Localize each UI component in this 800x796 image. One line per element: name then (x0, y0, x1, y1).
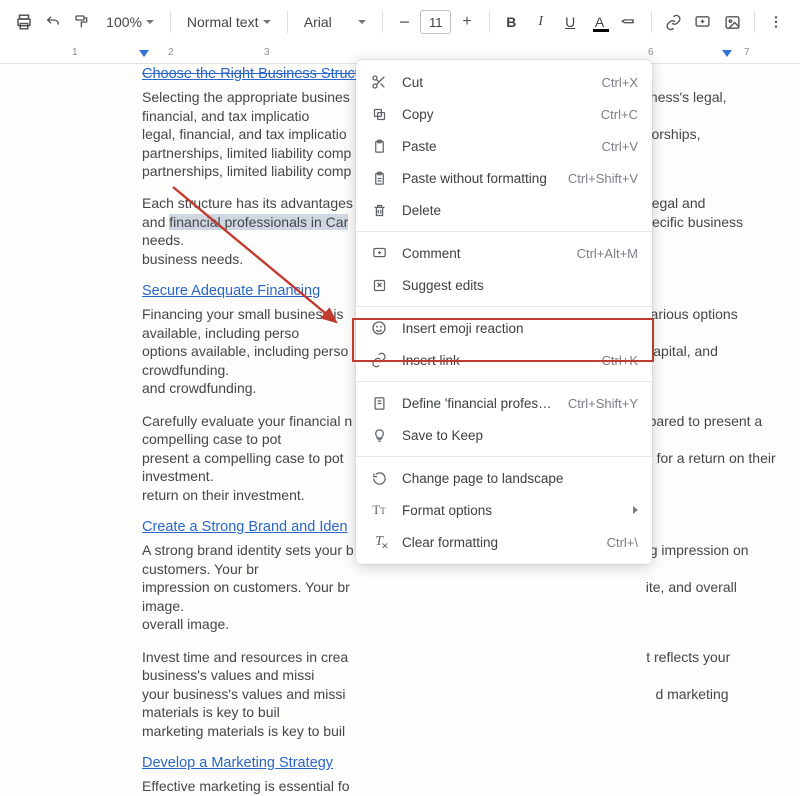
ctx-clear-formatting[interactable]: T✕ Clear formatting Ctrl+\ (356, 526, 652, 558)
chevron-down-icon (263, 20, 271, 24)
increase-font-size-button[interactable]: + (453, 7, 480, 37)
indent-right-marker[interactable] (722, 50, 732, 57)
separator (489, 11, 490, 33)
more-vertical-icon (768, 14, 784, 30)
trash-icon (370, 201, 388, 219)
plus-icon: + (462, 13, 471, 31)
decrease-font-size-button[interactable]: − (391, 7, 418, 37)
rotate-icon (370, 469, 388, 487)
body-paragraph: Invest time and resources in creat refle… (142, 648, 782, 740)
insert-link-toolbar-button[interactable] (660, 7, 687, 37)
italic-icon: I (538, 14, 543, 30)
undo-icon (45, 14, 61, 30)
highlighter-icon (618, 10, 641, 33)
ctx-paste-no-format[interactable]: Paste without formatting Ctrl+Shift+V (356, 162, 652, 194)
italic-button[interactable]: I (527, 7, 554, 37)
ruler-tick: 2 (168, 47, 174, 58)
clear-format-icon: T✕ (370, 533, 388, 551)
lightbulb-icon (370, 426, 388, 444)
more-toolbar-button[interactable] (763, 7, 790, 37)
indent-left-marker[interactable] (139, 50, 149, 57)
image-icon (724, 14, 741, 31)
zoom-combo[interactable]: 100% (98, 7, 162, 37)
menu-separator (356, 456, 652, 457)
suggest-edits-icon (370, 276, 388, 294)
separator (287, 11, 288, 33)
print-button[interactable] (10, 7, 37, 37)
dictionary-icon (370, 394, 388, 412)
emoji-icon (370, 319, 388, 337)
paragraph-style-combo[interactable]: Normal text (179, 7, 279, 37)
bold-icon: B (506, 14, 516, 30)
highlight-color-button[interactable] (615, 7, 642, 37)
chevron-right-icon (633, 506, 638, 514)
undo-button[interactable] (39, 7, 66, 37)
chevron-down-icon (146, 20, 154, 24)
body-paragraph: Effective marketing is essential fo (142, 777, 782, 795)
ctx-copy[interactable]: Copy Ctrl+C (356, 98, 652, 130)
ctx-comment[interactable]: Comment Ctrl+Alt+M (356, 237, 652, 269)
copy-icon (370, 105, 388, 123)
text-color-button[interactable]: A (586, 7, 613, 37)
insert-image-toolbar-button[interactable] (718, 7, 745, 37)
ctx-cut[interactable]: Cut Ctrl+X (356, 66, 652, 98)
link-icon (665, 14, 682, 31)
ruler-tick: 3 (264, 47, 270, 58)
separator (754, 11, 755, 33)
ctx-change-landscape[interactable]: Change page to landscape (356, 462, 652, 494)
menu-separator (356, 306, 652, 307)
heading: Choose the Right Business Structure (142, 65, 380, 84)
ctx-delete[interactable]: Delete (356, 194, 652, 226)
ctx-define[interactable]: Define 'financial professio...' Ctrl+Shi… (356, 387, 652, 419)
ctx-save-keep[interactable]: Save to Keep (356, 419, 652, 451)
link-icon (370, 351, 388, 369)
heading: Develop a Marketing Strategy (142, 754, 782, 773)
separator (651, 11, 652, 33)
ctx-emoji-reaction[interactable]: Insert emoji reaction (356, 312, 652, 344)
selected-text: financial professionals in Car (169, 214, 348, 230)
separator (170, 11, 171, 33)
ruler-tick: 6 (648, 47, 654, 58)
font-family-combo[interactable]: Arial (296, 7, 374, 37)
print-icon (15, 13, 33, 31)
text-color-icon: A (595, 14, 604, 30)
clipboard-icon (370, 137, 388, 155)
ctx-paste[interactable]: Paste Ctrl+V (356, 130, 652, 162)
menu-separator (356, 381, 652, 382)
ruler-tick: 7 (744, 47, 750, 58)
ctx-suggest-edits[interactable]: Suggest edits (356, 269, 652, 301)
ctx-insert-link[interactable]: Insert link Ctrl+K (356, 344, 652, 376)
paragraph-style-value: Normal text (187, 14, 259, 30)
paint-format-button[interactable] (69, 7, 96, 37)
menu-separator (356, 231, 652, 232)
scissors-icon (370, 73, 388, 91)
separator (382, 11, 383, 33)
font-family-value: Arial (304, 14, 332, 30)
context-menu: Cut Ctrl+X Copy Ctrl+C Paste Ctrl+V Past… (356, 60, 652, 564)
ctx-format-options[interactable]: TT Format options (356, 494, 652, 526)
comment-plus-icon (694, 14, 711, 31)
ruler-tick: 1 (72, 47, 78, 58)
bold-button[interactable]: B (498, 7, 525, 37)
zoom-value: 100% (106, 14, 142, 30)
underline-icon: U (565, 14, 575, 30)
chevron-down-icon (358, 20, 366, 24)
font-size-input[interactable]: 11 (420, 10, 451, 34)
minus-icon: − (399, 12, 410, 33)
comment-plus-icon (370, 244, 388, 262)
add-comment-toolbar-button[interactable] (689, 7, 716, 37)
paint-roller-icon (74, 14, 90, 30)
toolbar: 100% Normal text Arial − 11 + B I U A (0, 0, 800, 44)
format-icon: TT (370, 501, 388, 519)
clipboard-plain-icon (370, 169, 388, 187)
underline-button[interactable]: U (556, 7, 583, 37)
